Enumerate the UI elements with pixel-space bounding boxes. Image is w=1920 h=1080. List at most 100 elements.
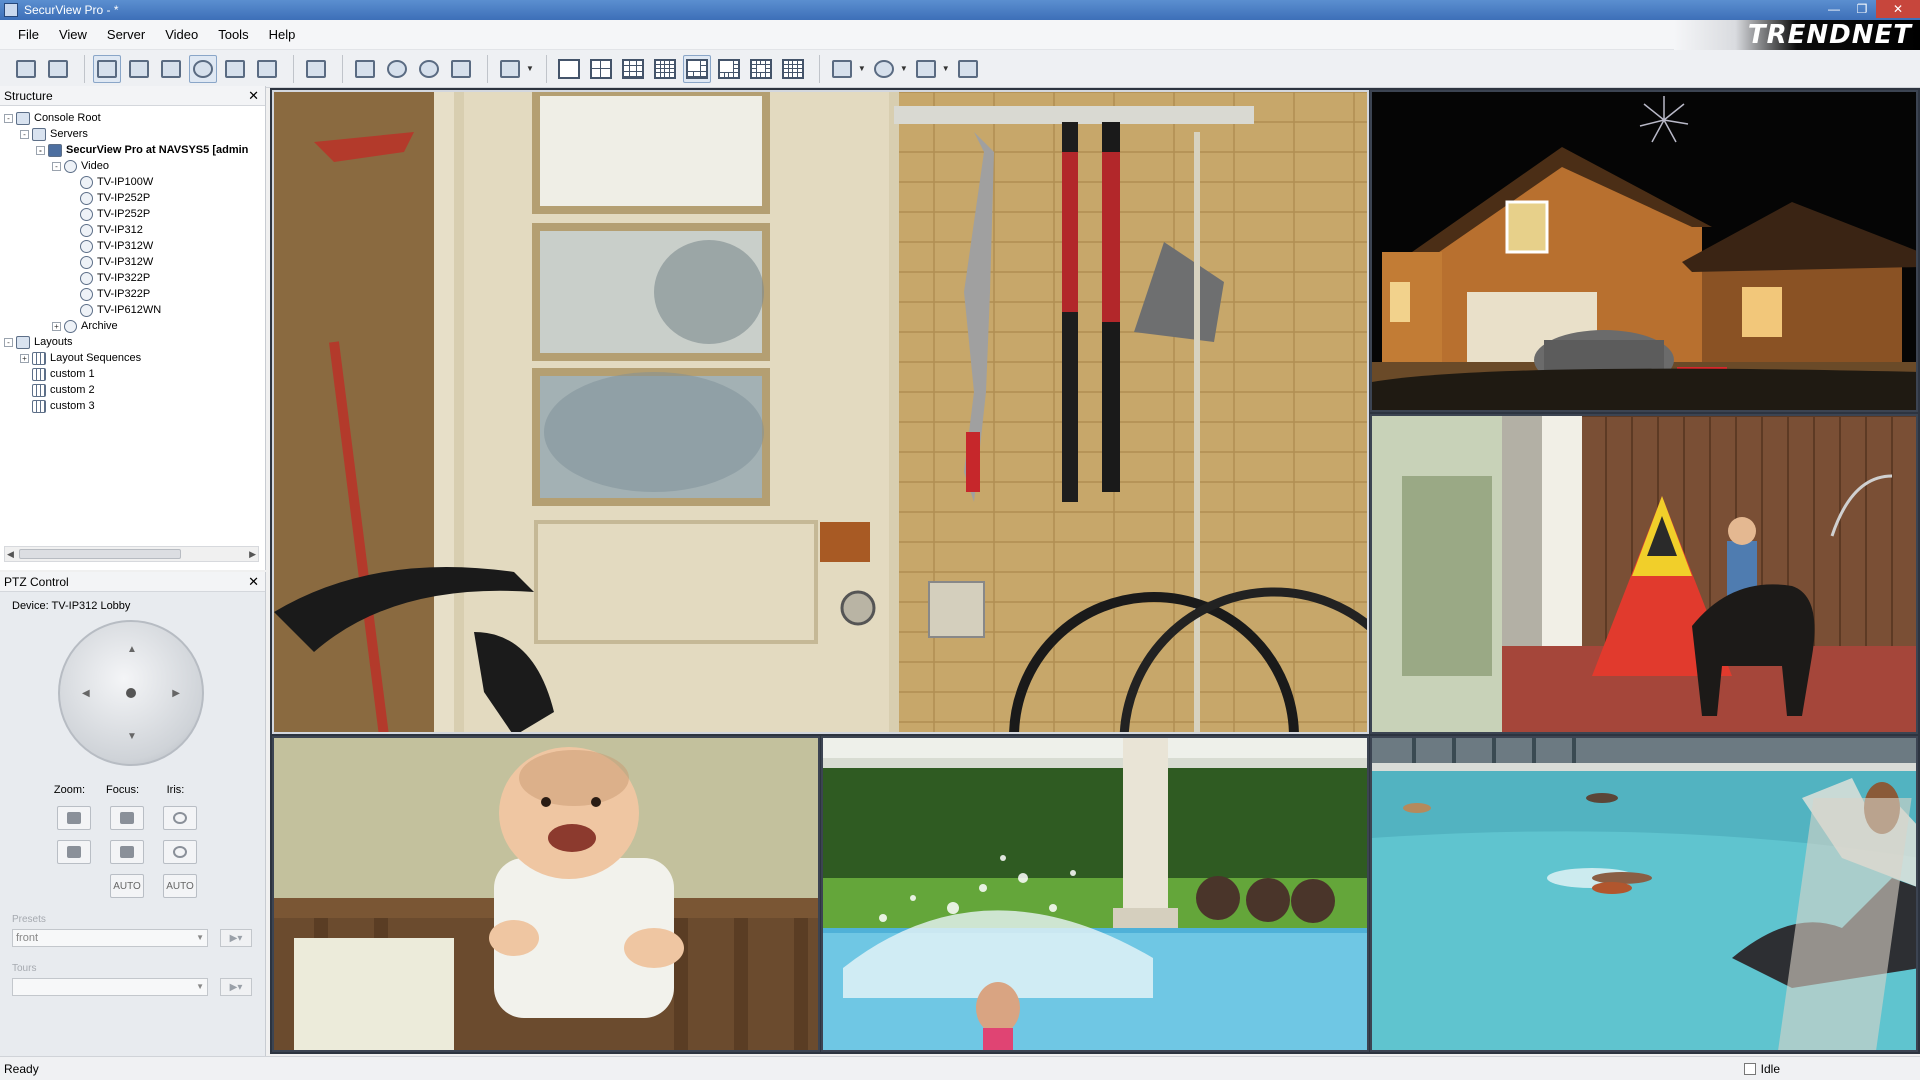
close-icon[interactable]: ✕ (248, 574, 259, 590)
layout-1plus12-button[interactable] (747, 55, 775, 83)
pan-up-icon[interactable]: ▲ (127, 644, 137, 655)
tree-node[interactable]: - SecurView Pro at NAVSYS5 [admin (4, 142, 265, 158)
print-dropdown-icon[interactable]: ▼ (526, 64, 534, 73)
zoom-in-button[interactable] (57, 806, 91, 830)
pan-left-icon[interactable]: ◀ (82, 688, 90, 699)
expand-icon[interactable]: + (52, 321, 61, 331)
tours-select[interactable]: ▼ (12, 978, 208, 996)
tree-node[interactable]: TV-IP612WN (4, 302, 265, 318)
iris-close-button[interactable] (163, 840, 197, 864)
tree-node[interactable]: - Video (4, 158, 265, 174)
ptz-joystick[interactable]: ▲ ▼ ◀ ▶ (58, 620, 204, 766)
event-log-button[interactable] (253, 55, 281, 83)
expand-icon[interactable]: + (20, 353, 29, 363)
minimize-icon[interactable]: — (1820, 0, 1848, 18)
scroll-right-icon[interactable]: ▶ (249, 547, 256, 561)
tree-node[interactable]: + Archive (4, 318, 265, 334)
tree-node[interactable]: TV-IP252P (4, 190, 265, 206)
tree-node[interactable]: TV-IP322P (4, 270, 265, 286)
tree-node[interactable]: - Servers (4, 126, 265, 142)
io-button[interactable] (912, 55, 940, 83)
tree-node[interactable]: - Console Root (4, 110, 265, 126)
video-tile-6[interactable] (1370, 736, 1918, 1052)
menu-server[interactable]: Server (97, 20, 155, 50)
scrollbar-thumb[interactable] (19, 549, 181, 559)
open-button[interactable] (12, 55, 40, 83)
layout-1plus5-button[interactable] (682, 54, 711, 83)
joystick-center[interactable] (126, 688, 136, 698)
motion-detect-button[interactable] (828, 55, 856, 83)
tree-node[interactable]: TV-IP252P (4, 206, 265, 222)
video-tile-1[interactable] (272, 90, 1369, 734)
menu-help[interactable]: Help (259, 20, 306, 50)
collapse-icon[interactable]: - (20, 129, 29, 139)
iris-open-button[interactable] (163, 806, 197, 830)
tree-node[interactable]: TV-IP322P (4, 286, 265, 302)
audio-dropdown-icon[interactable]: ▼ (900, 64, 908, 73)
collapse-icon[interactable]: - (4, 337, 13, 347)
audio-button[interactable] (870, 55, 898, 83)
io-dropdown-icon[interactable]: ▼ (942, 64, 950, 73)
layout-3x3-button[interactable] (619, 55, 647, 83)
tree-node[interactable]: TV-IP312 (4, 222, 265, 238)
horizontal-scrollbar[interactable]: ◀ ▶ (4, 546, 259, 562)
layout-1x1-button[interactable] (555, 55, 583, 83)
save-button[interactable] (44, 55, 72, 83)
iris-auto-button[interactable]: AUTO (163, 874, 197, 898)
tree-node[interactable]: TV-IP312W (4, 238, 265, 254)
ptz-button[interactable] (189, 54, 217, 83)
zoom-out-button[interactable] (57, 840, 91, 864)
menu-video[interactable]: Video (155, 20, 208, 50)
tree-node[interactable]: custom 1 (4, 366, 265, 382)
tree-node[interactable]: TV-IP100W (4, 174, 265, 190)
layout-editor-button[interactable] (221, 55, 249, 83)
layout-4x4-icon (653, 58, 676, 79)
collapse-icon[interactable]: - (52, 161, 61, 171)
layout-2x2-button[interactable] (587, 55, 615, 83)
video-tile-3[interactable] (1370, 414, 1918, 734)
tree-node[interactable]: custom 3 (4, 398, 265, 414)
focus-near-button[interactable] (110, 806, 144, 830)
tree-node[interactable]: custom 2 (4, 382, 265, 398)
tree-node[interactable]: TV-IP312W (4, 254, 265, 270)
layout-custom-button[interactable] (779, 55, 807, 83)
tree-node[interactable]: - Layouts (4, 334, 265, 350)
menu-file[interactable]: File (0, 20, 49, 50)
menu-view[interactable]: View (49, 20, 97, 50)
video-tile-5[interactable] (821, 736, 1369, 1052)
tour-go-button[interactable]: ▶▾ (220, 978, 252, 996)
fullscreen-button[interactable] (302, 55, 330, 83)
layout-4x4-button[interactable] (651, 55, 679, 83)
close-icon[interactable]: ✕ (1876, 0, 1920, 18)
preset-go-button[interactable]: ▶▾ (220, 929, 252, 947)
record-button[interactable] (383, 55, 411, 83)
presets-select[interactable]: front ▼ (12, 929, 208, 947)
pan-down-icon[interactable]: ▼ (127, 731, 137, 742)
video-tile-4[interactable] (272, 736, 820, 1052)
focus-near-icon (120, 812, 134, 824)
search-button[interactable] (125, 55, 153, 83)
restore-icon[interactable]: ❐ (1848, 0, 1876, 18)
focus-auto-button[interactable]: AUTO (110, 874, 144, 898)
close-icon[interactable]: ✕ (248, 88, 259, 104)
layout-1plus7-button[interactable] (715, 55, 743, 83)
menu-tools[interactable]: Tools (208, 20, 258, 50)
print-button[interactable] (496, 55, 524, 83)
ptz-pane-header: PTZ Control ✕ (0, 572, 265, 592)
playback-button[interactable] (351, 55, 379, 83)
tree-node[interactable]: + Layout Sequences (4, 350, 265, 366)
motion-dropdown-icon[interactable]: ▼ (858, 64, 866, 73)
structure-view-button[interactable] (93, 54, 121, 83)
focus-far-button[interactable] (110, 840, 144, 864)
collapse-icon[interactable]: - (4, 113, 13, 123)
snapshot-button[interactable] (415, 55, 443, 83)
edit-button[interactable] (157, 55, 185, 83)
collapse-icon[interactable]: - (36, 145, 45, 155)
ptz-body: Device: TV-IP312 Lobby ▲ ▼ ◀ ▶ Zoom: Foc… (0, 592, 265, 1052)
scroll-left-icon[interactable]: ◀ (7, 547, 14, 561)
zoom-in-icon (67, 812, 81, 824)
export-button[interactable] (447, 55, 475, 83)
window-button[interactable] (954, 55, 982, 83)
pan-right-icon[interactable]: ▶ (172, 688, 180, 699)
video-tile-2[interactable] (1370, 90, 1918, 412)
